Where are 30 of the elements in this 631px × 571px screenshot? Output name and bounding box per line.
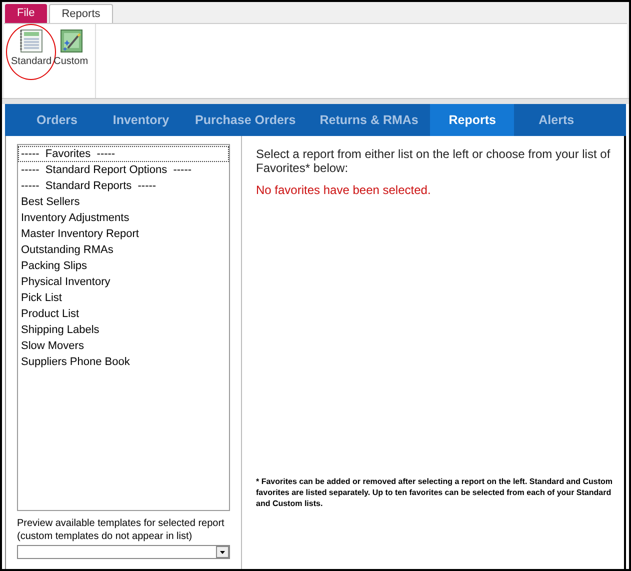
ribbon-tab[interactable]: Reports bbox=[48, 4, 114, 23]
table-sheet-icon bbox=[18, 28, 44, 54]
report-list-item[interactable]: Suppliers Phone Book bbox=[18, 354, 229, 370]
nav-tab[interactable]: Purchase Orders bbox=[183, 104, 308, 136]
report-list-item[interactable]: Packing Slips bbox=[18, 258, 229, 274]
template-dropdown[interactable] bbox=[17, 545, 230, 559]
report-list-item[interactable]: Master Inventory Report bbox=[18, 226, 229, 242]
nav-tab[interactable]: Returns & RMAs bbox=[308, 104, 430, 136]
nav-tab[interactable]: Alerts bbox=[514, 104, 598, 136]
report-list-item[interactable]: Inventory Adjustments bbox=[18, 210, 229, 226]
report-list-item[interactable]: Slow Movers bbox=[18, 338, 229, 354]
nav-tab[interactable]: Reports bbox=[430, 104, 514, 136]
file-tab[interactable]: File bbox=[5, 4, 47, 23]
nav-tab[interactable]: Inventory bbox=[99, 104, 183, 136]
report-list-item[interactable]: ----- Standard Report Options ----- bbox=[18, 162, 229, 178]
ribbon-button[interactable]: Custom bbox=[52, 28, 90, 69]
report-list-item[interactable]: Product List bbox=[18, 306, 229, 322]
report-list-item[interactable]: Pick List bbox=[18, 290, 229, 306]
instructions-text: Select a report from either list on the left or choose from your list of Favorites* below: bbox=[256, 147, 612, 175]
report-list-item[interactable]: Outstanding RMAs bbox=[18, 242, 229, 258]
report-list-item[interactable]: ----- Standard Reports ----- bbox=[18, 178, 229, 194]
template-label: Preview available templates for selected report (custom templates do not appear in list) bbox=[17, 517, 226, 543]
wand-sheet-icon bbox=[58, 28, 84, 54]
no-favorites-message: No favorites have been selected. bbox=[256, 182, 432, 199]
report-list-item[interactable]: ----- Favorites ----- bbox=[18, 146, 229, 162]
report-list-item[interactable]: Physical Inventory bbox=[18, 274, 229, 290]
footnote: * Favorites can be added or removed after selecting a report on the left. Standard and Custom favorites are listed separately. Up to ten favorites can be selected from each of your Standard and Custom lists. bbox=[256, 476, 614, 509]
report-list-item[interactable]: Best Sellers bbox=[18, 194, 229, 210]
nav-tab[interactable]: Orders bbox=[15, 104, 99, 136]
report-list-item[interactable]: Shipping Labels bbox=[18, 322, 229, 338]
